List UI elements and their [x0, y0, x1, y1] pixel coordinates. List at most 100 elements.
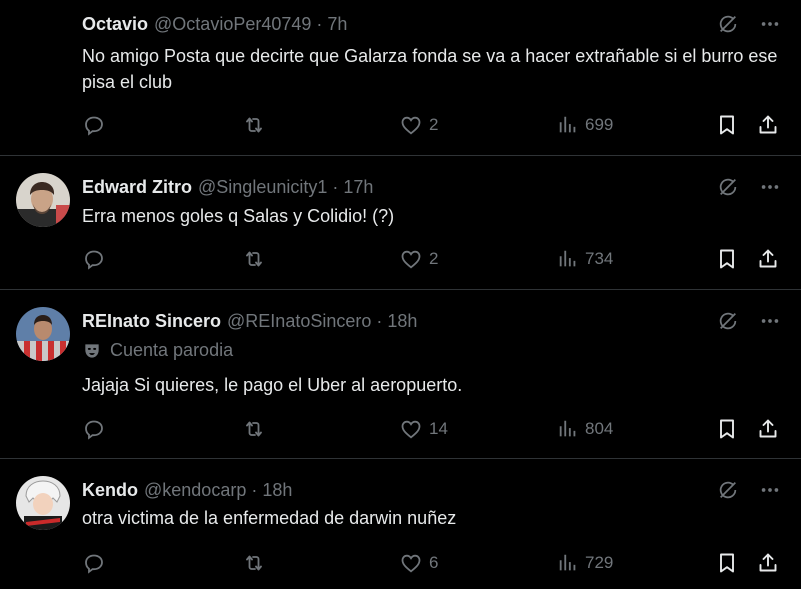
- author-handle[interactable]: @kendocarp: [144, 480, 246, 501]
- author-name[interactable]: Octavio: [82, 14, 148, 35]
- view-count: 729: [585, 553, 614, 572]
- like-button[interactable]: 2: [399, 112, 438, 138]
- author-name[interactable]: REInato Sincero: [82, 311, 221, 332]
- share-button[interactable]: [756, 550, 780, 576]
- share-icon: [756, 113, 780, 137]
- separator-dot: ·: [251, 479, 258, 500]
- view-count: 734: [585, 249, 614, 268]
- bookmark-icon: [715, 113, 739, 137]
- heart-icon: [399, 551, 423, 575]
- reply-button[interactable]: [82, 416, 106, 442]
- tweet-top-actions: [717, 175, 781, 199]
- more-icon[interactable]: [759, 176, 781, 198]
- views-icon: [557, 552, 579, 574]
- tweet-header: Octavio @OctavioPer40749 · 7h: [82, 12, 347, 36]
- theater-mask-icon: [82, 341, 102, 361]
- retweet-button[interactable]: [242, 112, 266, 138]
- retweet-icon: [242, 417, 266, 441]
- retweet-button[interactable]: [242, 550, 266, 576]
- action-bar: 2 734: [82, 246, 787, 272]
- bookmark-button[interactable]: [715, 246, 739, 272]
- author-handle[interactable]: @OctavioPer40749: [154, 14, 311, 35]
- bookmark-button[interactable]: [715, 112, 739, 138]
- views-icon: [557, 248, 579, 270]
- like-button[interactable]: 2: [399, 246, 438, 272]
- share-button[interactable]: [756, 112, 780, 138]
- reply-button[interactable]: [82, 112, 106, 138]
- grok-icon[interactable]: [717, 310, 739, 332]
- parody-text: Cuenta parodia: [110, 340, 234, 360]
- views-icon: [557, 418, 579, 440]
- tweet-text: Jajaja Si quieres, le pago el Uber al ae…: [82, 375, 463, 395]
- views-button[interactable]: 734: [557, 246, 613, 272]
- tweet[interactable]: Kendo @kendocarp · 18h otra victima de l…: [0, 460, 801, 589]
- tweet-top-actions: [717, 309, 781, 333]
- heart-icon: [399, 113, 423, 137]
- views-icon: [557, 114, 579, 136]
- tweet-header: REInato Sincero @REInatoSincero · 18h: [82, 309, 417, 333]
- author-name[interactable]: Kendo: [82, 480, 138, 501]
- retweet-icon: [242, 113, 266, 137]
- share-icon: [756, 417, 780, 441]
- tweet-text: otra victima de la enfermedad de darwin …: [82, 508, 457, 528]
- retweet-button[interactable]: [242, 246, 266, 272]
- tweet-header: Kendo @kendocarp · 18h: [82, 478, 292, 502]
- bookmark-icon: [715, 417, 739, 441]
- views-button[interactable]: 729: [557, 550, 613, 576]
- like-count: 2: [429, 115, 439, 134]
- tweet[interactable]: Octavio @OctavioPer40749 · 7h No amigo P…: [0, 0, 801, 156]
- reply-button[interactable]: [82, 550, 106, 576]
- bookmark-icon: [715, 247, 739, 271]
- action-bar: 2 699: [82, 112, 787, 138]
- grok-icon[interactable]: [717, 176, 739, 198]
- bookmark-button[interactable]: [715, 416, 739, 442]
- tweet-header: Edward Zitro @Singleunicity1 · 17h: [82, 175, 373, 199]
- views-button[interactable]: 804: [557, 416, 613, 442]
- reply-icon: [82, 551, 106, 575]
- reply-button[interactable]: [82, 246, 106, 272]
- like-button[interactable]: 14: [399, 416, 448, 442]
- views-button[interactable]: 699: [557, 112, 613, 138]
- like-count: 6: [429, 553, 439, 572]
- tweet-top-actions: [717, 12, 781, 36]
- timestamp[interactable]: 17h: [343, 177, 373, 198]
- avatar[interactable]: [16, 476, 70, 530]
- timestamp[interactable]: 7h: [327, 14, 347, 35]
- retweet-button[interactable]: [242, 416, 266, 442]
- share-button[interactable]: [756, 246, 780, 272]
- timestamp[interactable]: 18h: [262, 480, 292, 501]
- tweet-text: Erra menos goles q Salas y Colidio! (?): [82, 206, 395, 226]
- heart-icon: [399, 247, 423, 271]
- share-icon: [756, 551, 780, 575]
- view-count: 699: [585, 115, 614, 134]
- separator-dot: ·: [332, 176, 339, 197]
- share-button[interactable]: [756, 416, 780, 442]
- author-name[interactable]: Edward Zitro: [82, 177, 192, 198]
- tweet[interactable]: REInato Sincero @REInatoSincero · 18h Cu…: [0, 291, 801, 459]
- grok-icon[interactable]: [717, 479, 739, 501]
- grok-icon[interactable]: [717, 13, 739, 35]
- heart-icon: [399, 417, 423, 441]
- bookmark-button[interactable]: [715, 550, 739, 576]
- separator-dot: ·: [316, 13, 323, 34]
- tweet-top-actions: [717, 478, 781, 502]
- avatar[interactable]: [16, 173, 70, 227]
- retweet-icon: [242, 247, 266, 271]
- like-count: 2: [429, 249, 439, 268]
- share-icon: [756, 247, 780, 271]
- action-bar: 14 804: [82, 416, 787, 442]
- author-handle[interactable]: @REInatoSincero: [227, 311, 371, 332]
- more-icon[interactable]: [759, 310, 781, 332]
- more-icon[interactable]: [759, 13, 781, 35]
- reply-icon: [82, 113, 106, 137]
- like-count: 14: [429, 419, 448, 438]
- view-count: 804: [585, 419, 614, 438]
- tweet-text: No amigo Posta que decirte que Galarza f…: [82, 46, 778, 92]
- author-handle[interactable]: @Singleunicity1: [198, 177, 327, 198]
- more-icon[interactable]: [759, 479, 781, 501]
- like-button[interactable]: 6: [399, 550, 438, 576]
- timestamp[interactable]: 18h: [387, 311, 417, 332]
- avatar[interactable]: [16, 307, 70, 361]
- separator-dot: ·: [376, 310, 383, 331]
- tweet[interactable]: Edward Zitro @Singleunicity1 · 17h Erra …: [0, 157, 801, 290]
